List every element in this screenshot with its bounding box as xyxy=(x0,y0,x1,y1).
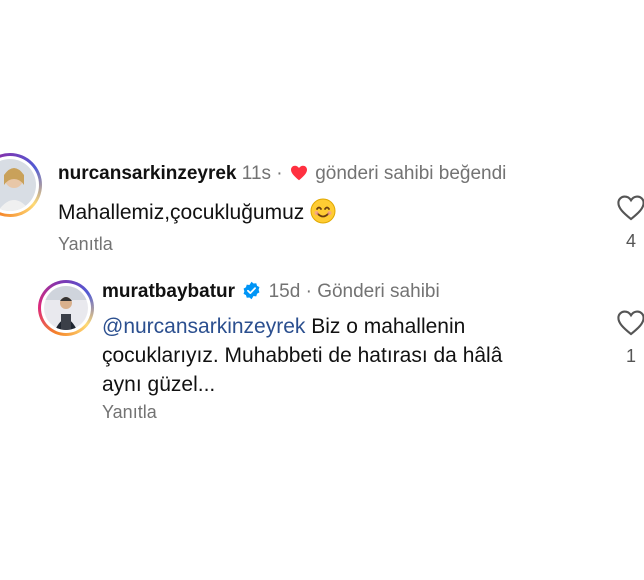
verified-badge-icon xyxy=(243,281,260,300)
comment-header: nurcansarkinzeyrek 11s · gönderi sahibi … xyxy=(58,163,506,185)
profile-photo xyxy=(0,159,36,211)
comment-nurcansarkinzeyrek: nurcansarkinzeyrek 11s · gönderi sahibi … xyxy=(0,0,644,260)
like-control: 1 xyxy=(611,310,644,367)
comment-line-2: çocuklarıyız. Muhabbeti de hatırası da h… xyxy=(102,344,503,367)
separator: · xyxy=(276,163,283,184)
like-count: 4 xyxy=(625,231,636,251)
comment-body: Mahallemiz,çocukluğumuz xyxy=(58,201,305,224)
mention-link[interactable]: @nurcansarkinzeyrek xyxy=(102,315,305,338)
heart-filled-icon xyxy=(290,165,307,181)
comment-line-1: @nurcansarkinzeyrek Biz o mahallenin xyxy=(102,312,582,341)
reply-button[interactable]: Yanıtla xyxy=(102,402,157,423)
like-count: 1 xyxy=(625,346,636,366)
avatar[interactable] xyxy=(0,153,42,217)
liked-by-author-label: gönderi sahibi beğendi xyxy=(315,163,507,184)
heart-outline-icon[interactable] xyxy=(617,195,644,221)
smiling-face-emoji-icon xyxy=(310,198,336,224)
comment-body-1: Biz o mahallenin xyxy=(305,315,466,338)
separator: · xyxy=(305,281,312,302)
reply-button[interactable]: Yanıtla xyxy=(58,234,113,255)
avatar[interactable] xyxy=(38,280,94,336)
heart-outline-icon[interactable] xyxy=(617,310,644,336)
comment-text: @nurcansarkinzeyrek Biz o mahallenin çoc… xyxy=(102,312,582,399)
like-control: 4 xyxy=(611,195,644,252)
author-badge: Gönderi sahibi xyxy=(317,281,440,302)
timestamp: 11s xyxy=(241,163,272,184)
timestamp: 15d xyxy=(268,281,301,302)
username[interactable]: muratbaybatur xyxy=(102,281,235,302)
comment-line-3: aynı güzel... xyxy=(102,373,216,396)
comment-text: Mahallemiz,çocukluğumuz xyxy=(58,198,336,227)
profile-photo xyxy=(44,286,88,330)
username[interactable]: nurcansarkinzeyrek xyxy=(58,163,237,184)
comment-muratbaybatur: muratbaybatur 15d · Gönderi sahibi @nurc… xyxy=(0,260,644,440)
comment-header: muratbaybatur 15d · Gönderi sahibi xyxy=(102,281,440,303)
